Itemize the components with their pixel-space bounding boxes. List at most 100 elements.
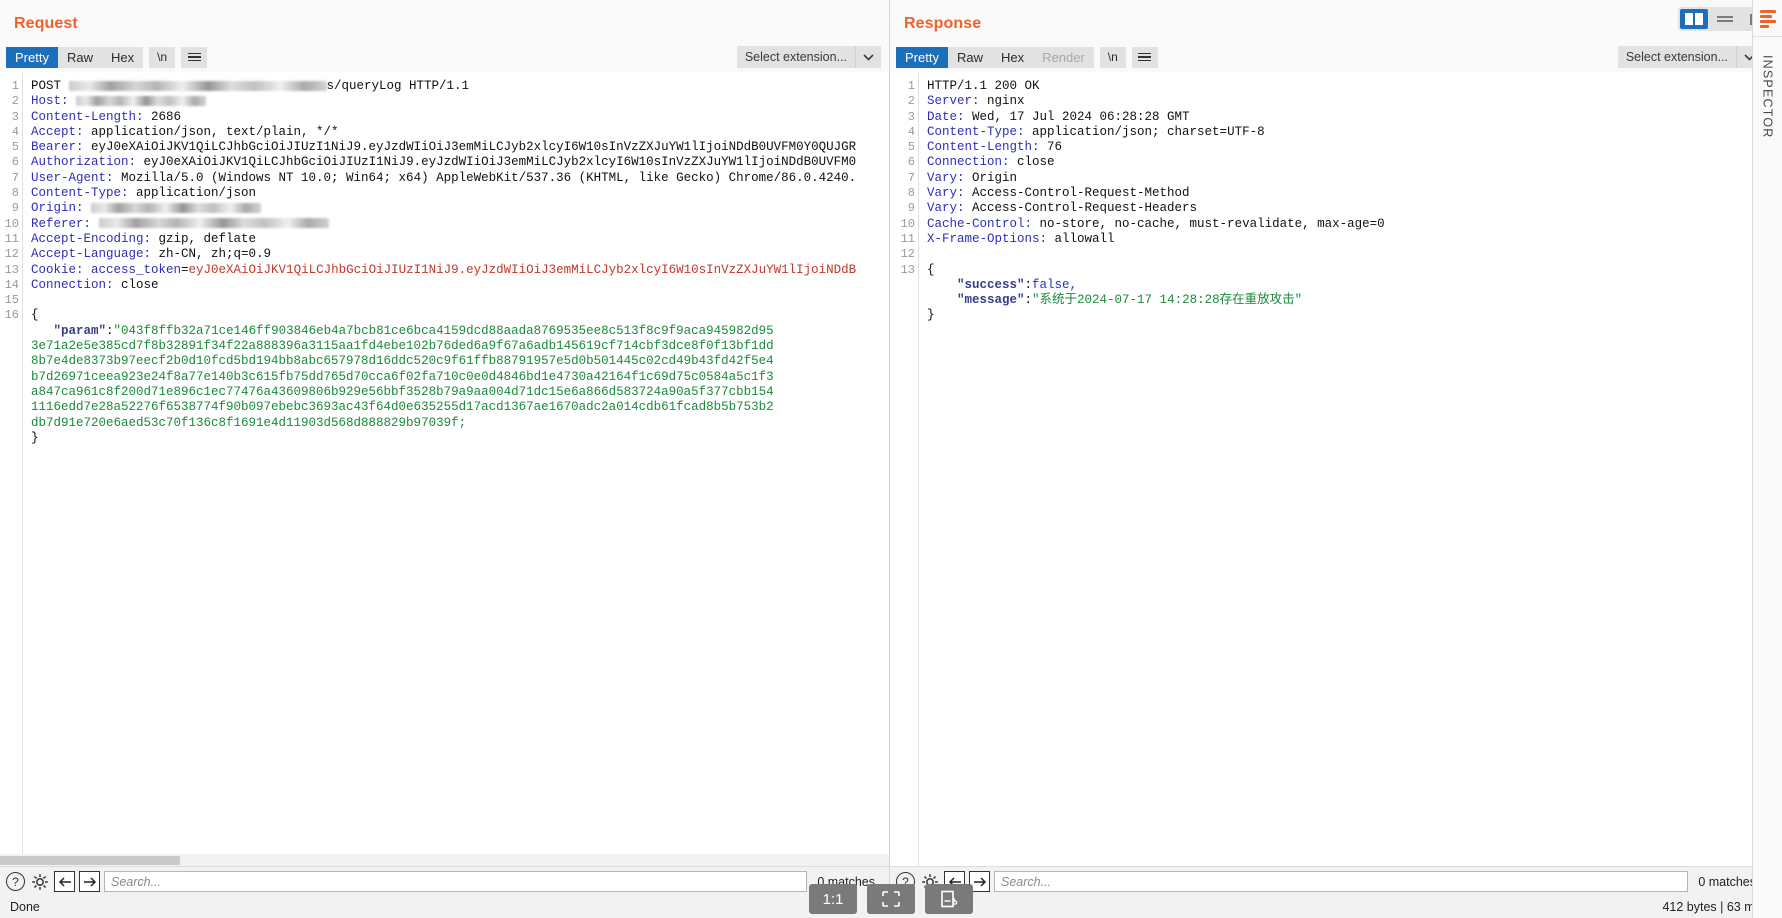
request-tab-hex[interactable]: Hex (101, 46, 144, 68)
line-number: 1 (907, 79, 915, 93)
request-code-viewer[interactable]: 1 2 3 4 5 6 7 8 9 10 11 12 13 14 15 16 POST s/queryLog … (0, 72, 889, 866)
line-number: 4 (907, 124, 915, 139)
response-menu-button[interactable] (1131, 46, 1158, 68)
request-newline-button[interactable]: \n (149, 46, 176, 68)
code-line: POST s/queryLog HTTP/1.1 (31, 79, 889, 94)
json-key-success: "success" (957, 277, 1025, 292)
request-header: Request (0, 0, 889, 42)
request-horizontal-scrollbar[interactable] (0, 854, 889, 866)
line-number: 8 (907, 186, 915, 201)
code-line: Cookie: access_token=eyJ0eXAiOiJKV1QiLCJ… (31, 263, 889, 278)
line-number: 3 (11, 109, 19, 124)
line-number: 9 (907, 201, 915, 216)
code-line: Date: Wed, 17 Jul 2024 06:28:28 GMT (927, 110, 1770, 125)
code-token: eyJ0eXAiOiJKV1QiLCJhbGciOiJIUzI1NiJ9.eyJ… (143, 155, 857, 170)
code-token: Cookie: (31, 262, 92, 277)
json-value-message: "系统于2024-07-17 14:28:28存在重放攻击" (1032, 293, 1303, 308)
request-view-mode-group: Pretty Raw Hex (6, 46, 144, 68)
response-code-content[interactable]: HTTP/1.1 200 OK Server: nginx Date: Wed, 1… (918, 72, 1770, 866)
response-newline-button[interactable]: \n (1099, 46, 1126, 68)
line-number: 6 (11, 155, 19, 170)
request-search-input[interactable] (104, 871, 808, 892)
code-line: Cache-Control: no-store, no-cache, must-… (927, 217, 1770, 232)
response-extension-select[interactable]: Select extension... (1617, 46, 1762, 68)
line-number: 1 (11, 79, 19, 93)
code-token: s/queryLog HTTP/1.1 (326, 79, 470, 93)
code-token: Connection: (927, 155, 1018, 170)
code-token: HTTP/1.1 200 OK (927, 79, 1040, 93)
json-value-success: false, (1032, 277, 1078, 292)
fit-to-window-button[interactable] (867, 884, 915, 914)
code-token: Access-Control-Request-Headers (972, 201, 1198, 216)
code-token: Cache-Control: (927, 216, 1040, 231)
code-token: Origin (972, 170, 1018, 185)
code-token: allowall (1054, 231, 1115, 246)
request-extension-select[interactable]: Select extension... (736, 46, 881, 68)
response-search-input[interactable] (994, 871, 1689, 892)
layout-side-by-side-button[interactable] (1680, 9, 1708, 29)
response-tab-raw[interactable]: Raw (947, 46, 992, 68)
request-search-next-button[interactable] (79, 871, 100, 892)
line-number: 3 (907, 109, 915, 124)
response-code-viewer[interactable]: 1 2 3 4 5 6 7 8 9 10 11 12 13 HTTP/1.1 200 OK Server:… (890, 72, 1770, 866)
code-line: Server: nginx (927, 94, 1770, 109)
code-line: Authorization: eyJ0eXAiOiJKV1QiLCJhbGciO… (31, 155, 889, 170)
line-number: 5 (907, 140, 915, 155)
stacked-view-icon (1717, 14, 1733, 24)
scrollbar-thumb[interactable] (0, 856, 180, 865)
request-tab-raw[interactable]: Raw (57, 46, 102, 68)
request-body-param: "param":"043f8ffb32a71ce146ff903846eb4a7… (31, 323, 774, 430)
response-extension-select-label: Select extension... (1625, 50, 1728, 64)
response-toolbar: Pretty Raw Hex Render \n Select extensio… (890, 42, 1770, 72)
request-response-split: Request Pretty Raw Hex \n Select extensi… (0, 0, 1782, 896)
code-token: Vary: (927, 170, 973, 185)
response-view-mode-group: Pretty Raw Hex Render (896, 46, 1094, 68)
request-search-prev-button[interactable] (54, 871, 75, 892)
request-code-content[interactable]: POST s/queryLog HTTP/1.1 Host: Content-Le… (22, 72, 889, 866)
burp-logo-icon (1759, 10, 1776, 28)
code-line: { (927, 263, 1770, 278)
code-line: Connection: close (927, 155, 1770, 170)
code-line: Bearer: eyJ0eXAiOiJKV1QiLCJhbGciOiJIUzI1… (31, 140, 889, 155)
inspector-label[interactable]: INSPECTOR (1761, 55, 1775, 139)
hamburger-icon (187, 52, 201, 62)
request-tab-pretty[interactable]: Pretty (6, 46, 58, 68)
line-number: 4 (11, 124, 19, 139)
request-settings-gear-icon[interactable] (29, 871, 50, 892)
code-line: Vary: Access-Control-Request-Headers (927, 201, 1770, 216)
response-line-numbers: 1 2 3 4 5 6 7 8 9 10 11 12 13 (890, 72, 918, 866)
response-tab-pretty[interactable]: Pretty (896, 46, 948, 68)
request-extension-select-label: Select extension... (744, 50, 847, 64)
line-number: 12 (4, 247, 19, 262)
scale-one-to-one-button[interactable]: 1:1 (809, 884, 857, 914)
response-tab-hex[interactable]: Hex (991, 46, 1034, 68)
line-number: 12 (900, 247, 915, 262)
code-token: access_token (91, 262, 182, 277)
response-pane: Response Pretty Raw Hex Render \n Select… (890, 0, 1770, 896)
inspector-rail[interactable]: INSPECTOR (1752, 0, 1782, 918)
line-number: 16 (4, 308, 19, 323)
json-close-brace: } (31, 430, 39, 445)
request-menu-button[interactable] (181, 46, 208, 68)
line-number: 15 (4, 293, 19, 308)
code-token: Content-Length: (31, 109, 152, 124)
request-toolbar: Pretty Raw Hex \n Select extension... (0, 42, 889, 72)
detach-panel-button[interactable] (925, 884, 973, 914)
code-line: "message":"系统于2024-07-17 14:28:28存在重放攻击" (957, 293, 1303, 308)
code-token: Connection: (31, 277, 122, 292)
code-line: Content-Length: 2686 (31, 110, 889, 125)
code-line: { (31, 308, 889, 323)
redacted-text (98, 218, 329, 229)
redacted-text (91, 203, 262, 214)
code-line: Host: (31, 94, 889, 109)
request-help-icon[interactable]: ? (6, 872, 25, 891)
redacted-text (76, 96, 207, 106)
response-search-bar: ? Search... 0 matches (890, 866, 1770, 896)
request-title: Request (14, 15, 78, 32)
code-token: Access-Control-Request-Method (972, 186, 1190, 201)
code-line: Accept-Encoding: gzip, deflate (31, 232, 889, 247)
response-title: Response (904, 15, 982, 32)
line-number: 2 (907, 94, 915, 109)
layout-stacked-button[interactable] (1711, 9, 1739, 29)
code-line: User-Agent: Mozilla/5.0 (Windows NT 10.0… (31, 171, 889, 186)
